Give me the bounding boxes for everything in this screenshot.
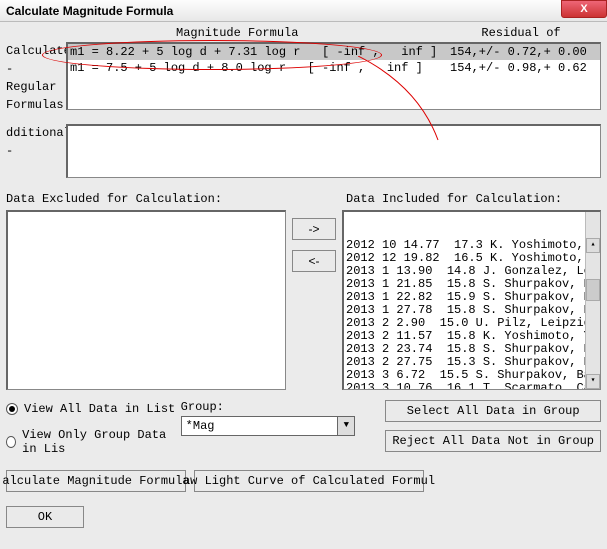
list-item[interactable]: 2013 3 10.76 16.1 T. Scarmato, Calabri <box>346 382 598 390</box>
radio-icon <box>6 436 16 448</box>
scroll-up-icon[interactable]: ▴ <box>586 238 600 253</box>
label-calculated: Calculated <box>6 42 66 60</box>
radio-view-all[interactable]: View All Data in List <box>6 402 181 416</box>
excluded-list[interactable] <box>6 210 286 390</box>
group-combo[interactable]: *Mag ▼ <box>181 416 356 436</box>
formula-row[interactable]: m1 = 7.5 + 5 log d + 8.0 log r [ -inf , … <box>68 60 600 76</box>
formula-row-labels: Calculated - Regular Formulas <box>6 42 66 114</box>
select-all-in-group-button[interactable]: Select All Data in Group <box>385 400 601 422</box>
radio-view-all-label: View All Data in List <box>24 402 175 416</box>
window-title: Calculate Magnitude Formula <box>6 4 173 18</box>
included-list[interactable]: 2012 10 14.77 17.3 K. Yoshimoto, Yamagu2… <box>342 210 601 390</box>
scroll-down-icon[interactable]: ▾ <box>586 374 600 389</box>
move-right-button[interactable]: -> <box>292 218 336 240</box>
label-regular: Regular <box>6 78 66 96</box>
column-headers: Magnitude Formula Residual of <box>6 26 601 40</box>
formula-list[interactable]: m1 = 8.22 + 5 log d + 7.31 log r [ -inf … <box>66 42 601 110</box>
radio-view-group-label: View Only Group Data in Lis <box>22 428 181 456</box>
formula-residual: 154,+/- 0.72,+ 0.00 <box>450 44 600 60</box>
residual-header: Residual of <box>441 26 601 40</box>
reject-not-in-group-button[interactable]: Reject All Data Not in Group <box>385 430 601 452</box>
scroll-thumb[interactable] <box>586 279 600 301</box>
excluded-label: Data Excluded for Calculation: <box>6 192 286 206</box>
formula-residual: 154,+/- 0.98,+ 0.62 <box>450 60 600 76</box>
additional-list[interactable] <box>66 124 601 178</box>
draw-light-curve-button[interactable]: aw Light Curve of Calculated Formul <box>194 470 424 492</box>
formula-text: m1 = 7.5 + 5 log d + 8.0 log r [ -inf , … <box>70 60 450 76</box>
formula-row[interactable]: m1 = 8.22 + 5 log d + 7.31 log r [ -inf … <box>68 44 600 60</box>
included-label: Data Included for Calculation: <box>286 192 601 206</box>
label-formulas: Formulas <box>6 96 66 114</box>
title-bar: Calculate Magnitude Formula X <box>0 0 607 22</box>
chevron-down-icon[interactable]: ▼ <box>337 416 355 436</box>
label-dash: - <box>6 60 66 78</box>
group-combo-value: *Mag <box>181 416 338 436</box>
scrollbar[interactable]: ▴ ▾ <box>585 212 600 389</box>
ok-button[interactable]: OK <box>6 506 84 528</box>
radio-view-group[interactable]: View Only Group Data in Lis <box>6 428 181 456</box>
magnitude-formula-header: Magnitude Formula <box>66 26 441 40</box>
move-left-button[interactable]: <- <box>292 250 336 272</box>
additional-label: dditional - <box>6 124 66 178</box>
group-label: Group: <box>181 400 356 414</box>
formula-text: m1 = 8.22 + 5 log d + 7.31 log r [ -inf … <box>70 44 450 60</box>
close-icon[interactable]: X <box>561 0 607 18</box>
calculate-formula-button[interactable]: alculate Magnitude Formula <box>6 470 186 492</box>
radio-icon <box>6 403 18 415</box>
